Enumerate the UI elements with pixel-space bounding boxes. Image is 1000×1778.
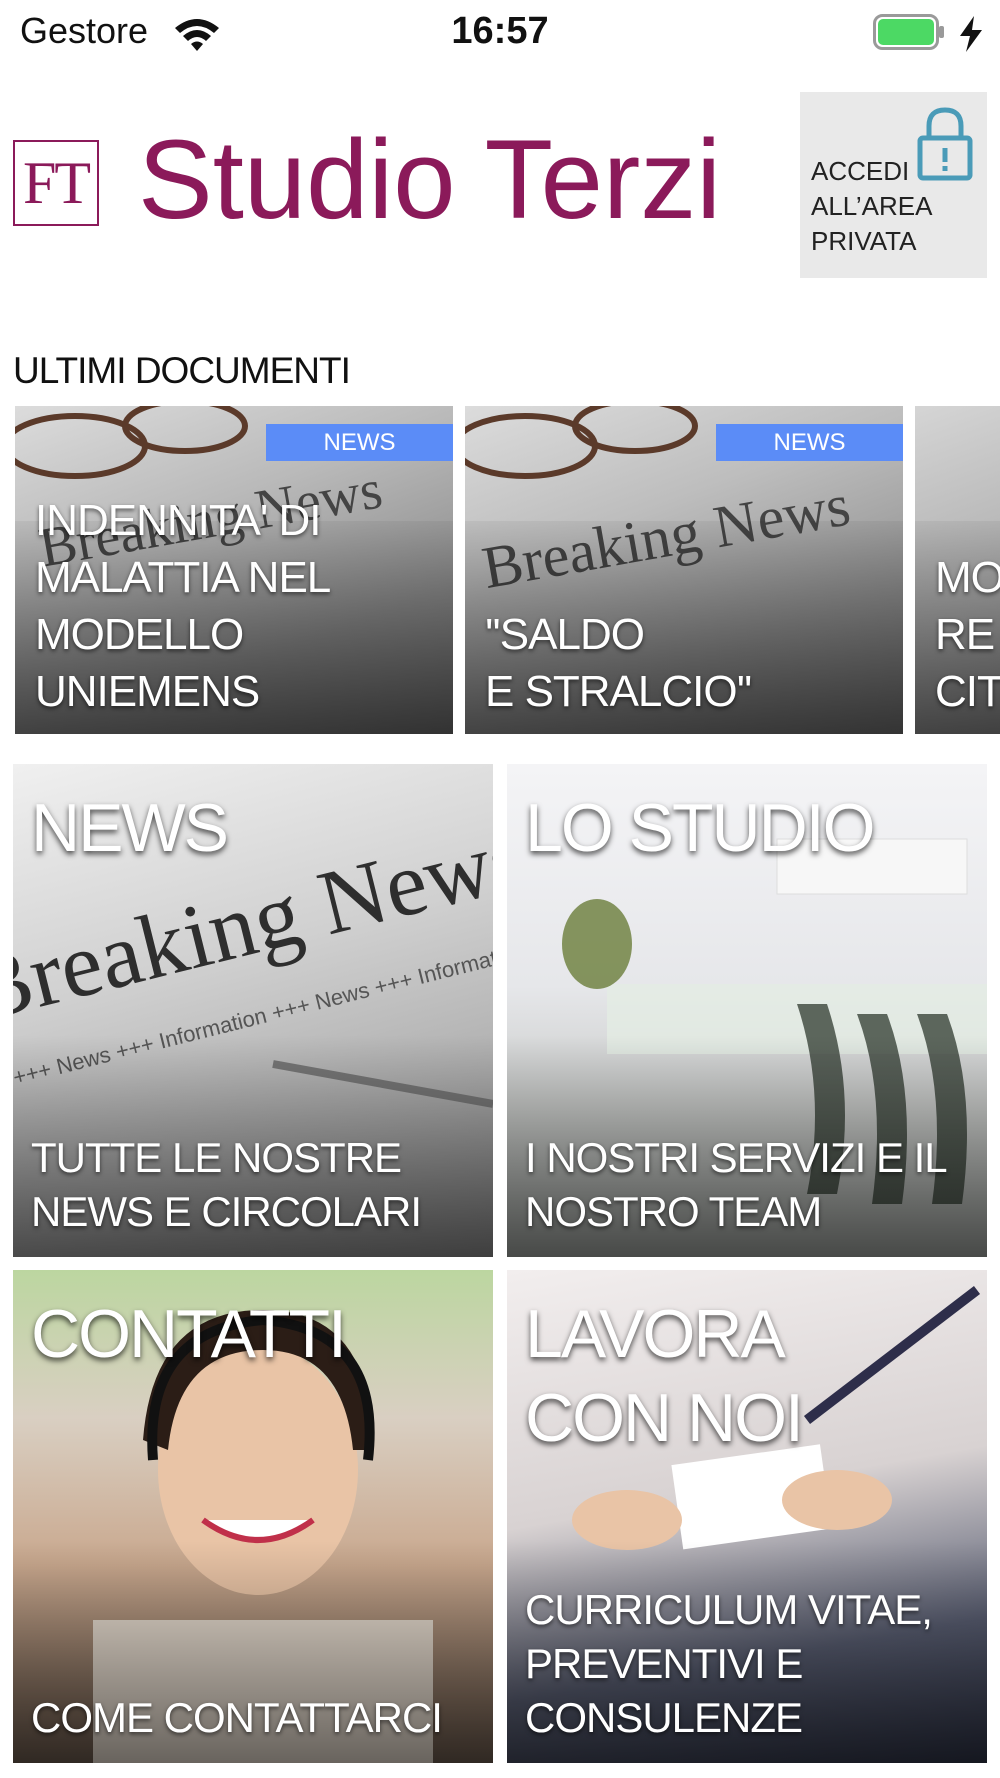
- studio-tile[interactable]: LO STUDIO I NOSTRI SERVIZI E IL NOSTRO T…: [507, 764, 987, 1257]
- tile-subtitle: CURRICULUM VITAE, PREVENTIVI E CONSULENZ…: [525, 1586, 933, 1741]
- logo-initials: FT: [22, 150, 91, 216]
- document-title: INDENNITA' DI MALATTIA NEL MODELLO UNIEM…: [35, 496, 331, 716]
- tile-subtitle: TUTTE LE NOSTRE NEWS E CIRCOLARI: [31, 1134, 422, 1235]
- status-bar: Gestore 16:57: [0, 0, 1000, 70]
- tile-title: NEWS: [31, 790, 229, 866]
- document-card[interactable]: Breaking News NEWS INDENNITA' DI MALATTI…: [15, 406, 453, 734]
- document-card[interactable]: Breaking News NEWS ''SALDO E STRALCIO'': [465, 406, 903, 734]
- latest-documents-carousel[interactable]: Breaking News NEWS INDENNITA' DI MALATTI…: [0, 406, 1000, 736]
- login-line: ACCEDI: [811, 156, 910, 186]
- login-line: ALL’AREA: [811, 191, 933, 221]
- tile-title: LO STUDIO: [525, 790, 876, 866]
- battery-icon: [873, 14, 944, 50]
- contacts-tile[interactable]: CONTATTI COME CONTATTARCI: [13, 1270, 493, 1763]
- status-time: 16:57: [451, 10, 549, 52]
- brand-name: Studio Terzi: [138, 117, 722, 242]
- tile-title: LAVORA CON NOI: [525, 1296, 804, 1456]
- news-badge: NEWS: [266, 424, 453, 461]
- private-area-login-button[interactable]: ACCEDI ALL’AREA PRIVATA: [800, 92, 987, 278]
- document-title: ''SALDO E STRALCIO'': [485, 610, 752, 716]
- document-card[interactable]: MO RE CIT: [915, 406, 1000, 734]
- private-area-login-label: ACCEDI ALL’AREA PRIVATA: [811, 154, 932, 259]
- login-line: PRIVATA: [811, 226, 917, 256]
- document-title: MO RE CIT: [935, 553, 1000, 716]
- charging-bolt-icon: [960, 16, 982, 52]
- tile-subtitle: I NOSTRI SERVIZI E IL NOSTRO TEAM: [525, 1134, 946, 1235]
- tile-title: CONTATTI: [31, 1296, 347, 1372]
- news-badge: NEWS: [716, 424, 903, 461]
- work-with-us-tile[interactable]: LAVORA CON NOI CURRICULUM VITAE, PREVENT…: [507, 1270, 987, 1763]
- news-tile[interactable]: Breaking News +++ News +++ Information +…: [13, 764, 493, 1257]
- logo: FT: [13, 140, 99, 226]
- tile-subtitle: COME CONTATTARCI: [31, 1694, 443, 1741]
- latest-documents-title: ULTIMI DOCUMENTI: [13, 350, 351, 391]
